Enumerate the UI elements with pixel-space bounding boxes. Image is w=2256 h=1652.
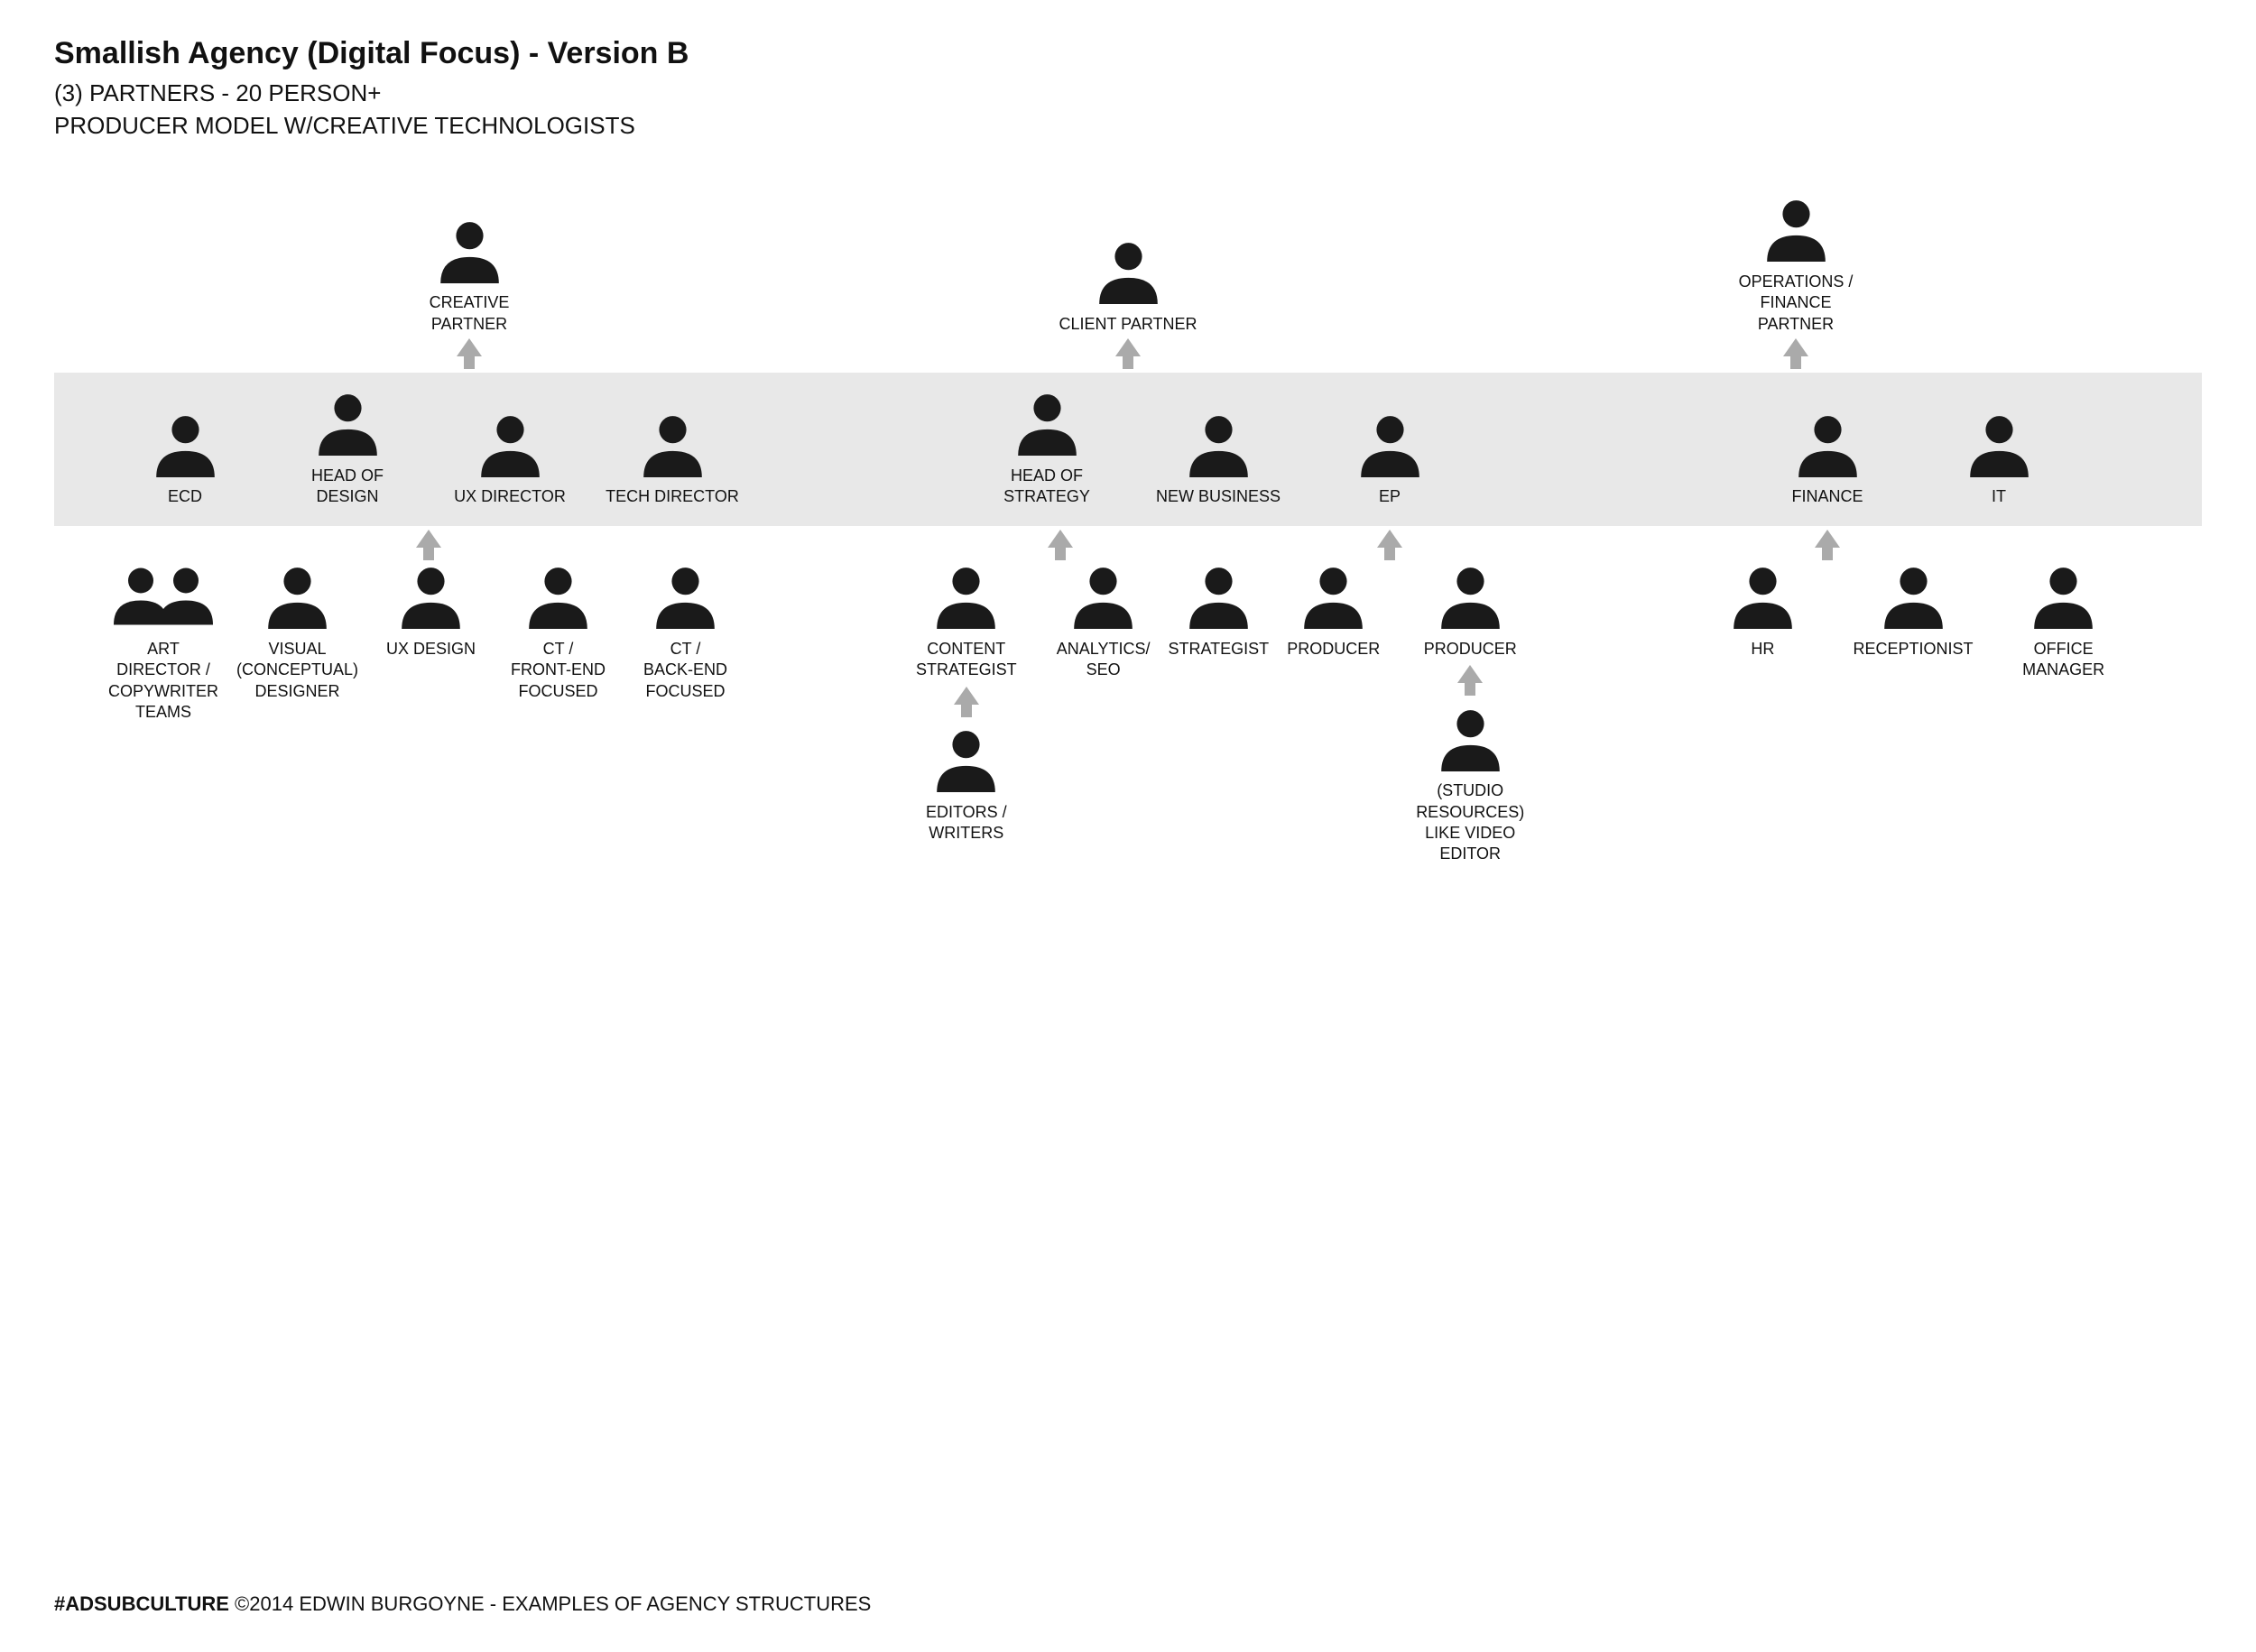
art-director-node: ART DIRECTOR /COPYWRITERTEAMS bbox=[108, 564, 218, 724]
client-partner-node: CLIENT PARTNER bbox=[1056, 239, 1200, 335]
ct-front-end-label: CT /FRONT-ENDFOCUSED bbox=[511, 639, 606, 702]
head-design-node: HEAD OF DESIGN bbox=[280, 391, 415, 508]
ux-design-label: UX DESIGN bbox=[386, 639, 476, 660]
header-title: Smallish Agency (Digital Focus) - Versio… bbox=[54, 36, 2202, 71]
tech-director-label: TECH DIRECTOR bbox=[606, 486, 739, 507]
page: Smallish Agency (Digital Focus) - Versio… bbox=[0, 0, 2256, 1652]
head-design-label: HEAD OF DESIGN bbox=[280, 466, 415, 508]
footer-text: ©2014 EDWIN BURGOYNE - EXAMPLES OF AGENC… bbox=[229, 1592, 871, 1615]
producer-2-label: PRODUCER bbox=[1424, 639, 1517, 660]
ux-director-node: UX DIRECTOR bbox=[442, 411, 578, 507]
ecd-label: ECD bbox=[168, 486, 202, 507]
finance-label: FINANCE bbox=[1791, 486, 1863, 507]
producer-1-node: PRODUCER bbox=[1287, 564, 1380, 660]
management-band: ECD HEAD OF DESIGN UX DIRECTOR TECH DIRE… bbox=[54, 373, 2202, 526]
ct-back-end-node: CT /BACK-ENDFOCUSED bbox=[631, 564, 740, 702]
producer-2-node: PRODUCER bbox=[1398, 564, 1542, 660]
content-strategist-label: CONTENTSTRATEGIST bbox=[916, 639, 1017, 681]
content-strategist-node: CONTENTSTRATEGIST bbox=[894, 564, 1039, 681]
new-business-label: NEW BUSINESS bbox=[1156, 486, 1281, 507]
office-manager-node: OFFICEMANAGER bbox=[1997, 564, 2130, 681]
hr-node: HR bbox=[1697, 564, 1829, 660]
creative-partner-label: CREATIVE PARTNER bbox=[397, 292, 541, 335]
office-manager-label: OFFICEMANAGER bbox=[2022, 639, 2104, 681]
creative-partner-node: CREATIVE PARTNER bbox=[397, 217, 541, 335]
it-node: IT bbox=[1927, 411, 2071, 507]
hr-label: HR bbox=[1751, 639, 1774, 660]
art-director-label: ART DIRECTOR /COPYWRITERTEAMS bbox=[108, 639, 218, 724]
head-strategy-node: HEAD OF STRATEGY bbox=[975, 391, 1119, 508]
footer: #ADSUBCULTURE ©2014 EDWIN BURGOYNE - EXA… bbox=[54, 1592, 871, 1616]
org-chart: CREATIVE PARTNER CLIENT PARTNER bbox=[54, 197, 2202, 865]
ct-back-end-label: CT /BACK-ENDFOCUSED bbox=[643, 639, 727, 702]
visual-designer-node: VISUAL(CONCEPTUAL)DESIGNER bbox=[236, 564, 358, 702]
footer-hashtag: #ADSUBCULTURE bbox=[54, 1592, 229, 1615]
header: Smallish Agency (Digital Focus) - Versio… bbox=[54, 36, 2202, 143]
receptionist-label: RECEPTIONIST bbox=[1854, 639, 1974, 660]
ux-director-label: UX DIRECTOR bbox=[454, 486, 566, 507]
analytics-seo-node: ANALYTICS/SEO bbox=[1057, 564, 1151, 681]
ops-partner-label: OPERATIONS / FINANCEPARTNER bbox=[1724, 272, 1868, 335]
editors-writers-node: EDITORS / WRITERS bbox=[894, 727, 1039, 844]
ep-node: EP bbox=[1318, 411, 1462, 507]
strategist-label: STRATEGIST bbox=[1169, 639, 1270, 660]
studio-resources-label: (STUDIORESOURCES)LIKE VIDEOEDITOR bbox=[1416, 780, 1524, 865]
client-partner-label: CLIENT PARTNER bbox=[1059, 314, 1197, 335]
producer-1-label: PRODUCER bbox=[1287, 639, 1380, 660]
tech-director-node: TECH DIRECTOR bbox=[605, 411, 740, 507]
new-business-node: NEW BUSINESS bbox=[1146, 411, 1290, 507]
ux-design-node: UX DESIGN bbox=[376, 564, 485, 660]
analytics-seo-label: ANALYTICS/SEO bbox=[1057, 639, 1151, 681]
ecd-node: ECD bbox=[117, 411, 253, 507]
it-label: IT bbox=[1992, 486, 2006, 507]
finance-node: FINANCE bbox=[1755, 411, 1900, 507]
producer-2-group: PRODUCER (STUDIORESOURCES)LIKE VIDEOEDIT… bbox=[1398, 564, 1542, 865]
head-strategy-label: HEAD OF STRATEGY bbox=[975, 466, 1119, 508]
ep-label: EP bbox=[1379, 486, 1401, 507]
content-strategist-group: CONTENTSTRATEGIST EDITORS / WRITERS bbox=[894, 564, 1039, 844]
header-subtitle: (3) PARTNERS - 20 PERSON+ PRODUCER MODEL… bbox=[54, 77, 2202, 143]
strategist-node: STRATEGIST bbox=[1169, 564, 1270, 660]
visual-designer-label: VISUAL(CONCEPTUAL)DESIGNER bbox=[236, 639, 358, 702]
studio-resources-node: (STUDIORESOURCES)LIKE VIDEOEDITOR bbox=[1398, 706, 1542, 865]
ct-front-end-node: CT /FRONT-ENDFOCUSED bbox=[504, 564, 613, 702]
editors-writers-label: EDITORS / WRITERS bbox=[894, 802, 1039, 844]
receptionist-node: RECEPTIONIST bbox=[1847, 564, 1980, 660]
ops-partner-node: OPERATIONS / FINANCEPARTNER bbox=[1724, 197, 1868, 335]
